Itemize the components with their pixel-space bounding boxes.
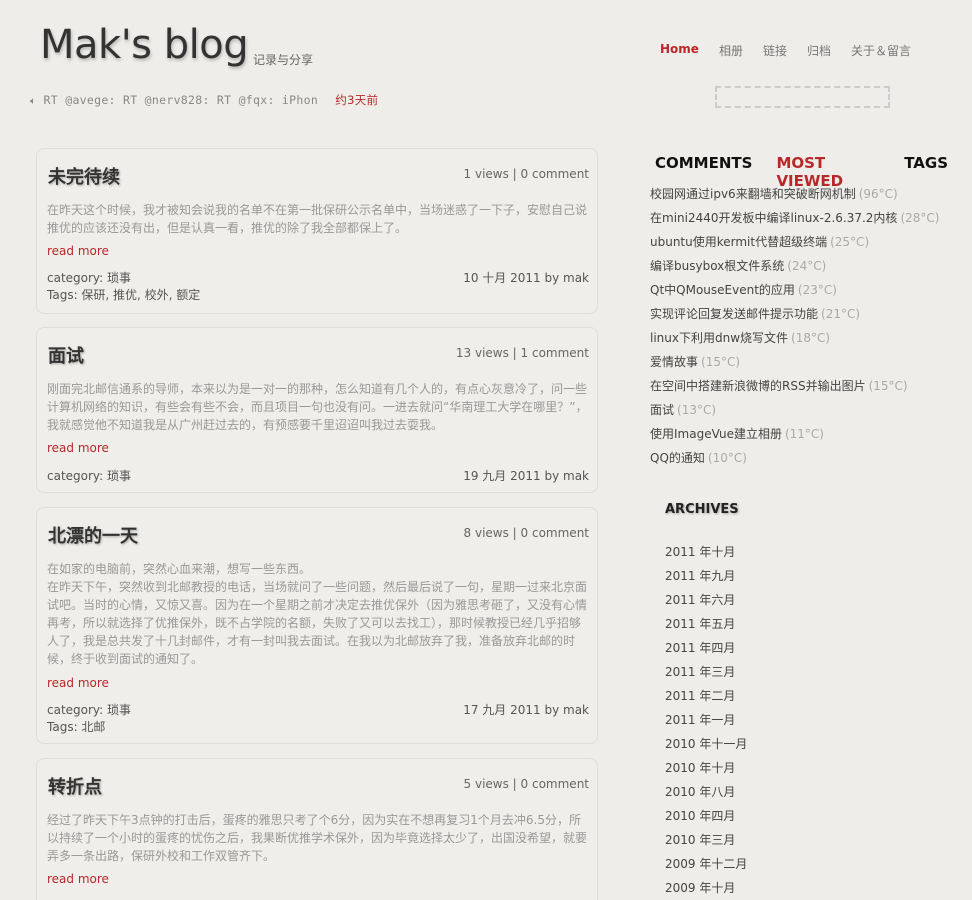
- speaker-icon: 🔈︎: [30, 96, 37, 107]
- most-viewed-item[interactable]: QQ的通知 (10°C): [650, 446, 939, 470]
- post-meta: category: 琐事 Tags: 北邮 17 九月 2011 by mak: [47, 702, 589, 736]
- most-viewed-item[interactable]: 使用ImageVue建立相册 (11°C): [650, 422, 939, 446]
- most-viewed-temp: (18°C): [791, 331, 831, 345]
- most-viewed-item[interactable]: Qt中QMouseEvent的应用 (23°C): [650, 278, 939, 302]
- post-meta: category: 琐事 Tags: 保研, 推优, 校外, 额定 10 十月 …: [47, 270, 589, 304]
- main-nav: Home 相册 链接 归档 关于＆留言: [660, 42, 931, 59]
- most-viewed-temp: (25°C): [830, 235, 870, 249]
- most-viewed-title[interactable]: 使用ImageVue建立相册: [650, 427, 782, 441]
- post-stats: 1 views | 0 comment: [463, 167, 589, 181]
- most-viewed-item[interactable]: 在mini2440开发板中编译linux-2.6.37.2内核 (28°C): [650, 206, 939, 230]
- post-date: 19 九月 2011 by mak: [463, 469, 589, 483]
- most-viewed-list: 校园网通过ipv6来翻墙和突破断网机制 (96°C) 在mini2440开发板中编译…: [650, 182, 939, 470]
- most-viewed-title[interactable]: 在空间中搭建新浪微博的RSS并输出图片: [650, 379, 866, 393]
- most-viewed-title[interactable]: Qt中QMouseEvent的应用: [650, 283, 795, 297]
- read-more-link[interactable]: read more: [47, 676, 109, 690]
- read-more-link[interactable]: read more: [47, 441, 109, 455]
- archive-item[interactable]: 2011 年一月: [665, 708, 747, 732]
- post-tags[interactable]: Tags: 北邮: [47, 719, 589, 736]
- post-card: 北漂的一天 8 views | 0 comment 在如家的电脑前，突然心血来潮…: [36, 507, 598, 744]
- most-viewed-temp: (15°C): [868, 379, 908, 393]
- most-viewed-title[interactable]: 编译busybox根文件系统: [650, 259, 784, 273]
- post-date: 10 十月 2011 by mak: [463, 271, 589, 285]
- most-viewed-title[interactable]: QQ的通知: [650, 451, 705, 465]
- most-viewed-title[interactable]: ubuntu使用kermit代替超级终端: [650, 235, 827, 249]
- most-viewed-item[interactable]: 实现评论回复发送邮件提示功能 (21°C): [650, 302, 939, 326]
- archive-item[interactable]: 2010 年四月: [665, 804, 747, 828]
- most-viewed-item[interactable]: linux下利用dnw烧写文件 (18°C): [650, 326, 939, 350]
- most-viewed-title[interactable]: 面试: [650, 403, 674, 417]
- most-viewed-item[interactable]: 校园网通过ipv6来翻墙和突破断网机制 (96°C): [650, 182, 939, 206]
- most-viewed-temp: (23°C): [797, 283, 837, 297]
- post-stats: 13 views | 1 comment: [455, 346, 589, 360]
- most-viewed-title[interactable]: 爱情故事: [650, 355, 698, 369]
- post-title[interactable]: 北漂的一天: [48, 522, 138, 548]
- most-viewed-temp: (13°C): [677, 403, 717, 417]
- tweet-time[interactable]: 约3天前: [335, 93, 378, 107]
- most-viewed-temp: (15°C): [701, 355, 741, 369]
- nav-home[interactable]: Home: [660, 42, 699, 59]
- archive-item[interactable]: 2011 年五月: [665, 612, 747, 636]
- post-excerpt: 经过了昨天下午3点钟的打击后，蛋疼的雅思只考了个6分，因为实在不想再复习1个月去…: [47, 813, 588, 863]
- archive-item[interactable]: 2011 年三月: [665, 660, 747, 684]
- post-title[interactable]: 未完待续: [48, 163, 120, 189]
- archive-list: 2011 年十月 2011 年九月 2011 年六月 2011 年五月 2011 年四月…: [665, 540, 747, 900]
- post-card: 未完待续 1 views | 0 comment 在昨天这个时候，我才被知会说我…: [36, 148, 598, 314]
- post-card: 转折点 5 views | 0 comment 经过了昨天下午3点钟的打击后，蛋…: [36, 758, 598, 900]
- post-card: 面试 13 views | 1 comment 刚面完北邮信通系的导师，本来以为…: [36, 327, 598, 493]
- most-viewed-title[interactable]: linux下利用dnw烧写文件: [650, 331, 788, 345]
- post-excerpt: 在如家的电脑前，突然心血来潮，想写一些东西。 在昨天下午，突然收到北邮教授的电话…: [47, 560, 589, 668]
- nav-about[interactable]: 关于＆留言: [851, 42, 911, 59]
- post-excerpt: 在昨天这个时候，我才被知会说我的名单不在第一批保研公示名单中，当场迷惑了一下子，…: [47, 203, 588, 235]
- read-more-link[interactable]: read more: [47, 244, 109, 258]
- archive-item[interactable]: 2009 年十月: [665, 876, 747, 900]
- most-viewed-item[interactable]: 编译busybox根文件系统 (24°C): [650, 254, 939, 278]
- archive-item[interactable]: 2011 年十月: [665, 540, 747, 564]
- most-viewed-temp: (10°C): [707, 451, 747, 465]
- post-date: 17 九月 2011 by mak: [463, 703, 589, 717]
- post-tags[interactable]: Tags: 保研, 推优, 校外, 额定: [47, 287, 589, 304]
- post-stats: 5 views | 0 comment: [463, 777, 589, 791]
- tweet-text[interactable]: RT @avege: RT @nerv828: RT @fqx: iPhon: [44, 93, 319, 107]
- most-viewed-temp: (11°C): [784, 427, 824, 441]
- archive-item[interactable]: 2011 年九月: [665, 564, 747, 588]
- most-viewed-item[interactable]: 面试 (13°C): [650, 398, 939, 422]
- most-viewed-temp: (21°C): [821, 307, 861, 321]
- search-box[interactable]: [715, 86, 890, 108]
- archive-item[interactable]: 2010 年三月: [665, 828, 747, 852]
- site-title[interactable]: Mak's blog: [40, 22, 249, 68]
- most-viewed-temp: (24°C): [787, 259, 827, 273]
- most-viewed-temp: (96°C): [858, 187, 898, 201]
- nav-archive[interactable]: 归档: [807, 42, 831, 59]
- post-meta: category: 琐事 19 九月 2011 by mak: [47, 468, 589, 485]
- post-stats: 8 views | 0 comment: [463, 526, 589, 540]
- most-viewed-title[interactable]: 校园网通过ipv6来翻墙和突破断网机制: [650, 187, 856, 201]
- most-viewed-item[interactable]: 爱情故事 (15°C): [650, 350, 939, 374]
- archives-title: ARCHIVES: [665, 502, 739, 517]
- post-title[interactable]: 面试: [48, 342, 84, 368]
- tweet-ticker: 🔈︎ RT @avege: RT @nerv828: RT @fqx: iPho…: [30, 92, 378, 108]
- most-viewed-title[interactable]: 在mini2440开发板中编译linux-2.6.37.2内核: [650, 211, 897, 225]
- excerpt-line: 在如家的电脑前，突然心血来潮，想写一些东西。: [47, 562, 312, 576]
- nav-links[interactable]: 链接: [763, 42, 787, 59]
- most-viewed-item[interactable]: ubuntu使用kermit代替超级终端 (25°C): [650, 230, 939, 254]
- archive-item[interactable]: 2011 年二月: [665, 684, 747, 708]
- archive-item[interactable]: 2011 年六月: [665, 588, 747, 612]
- nav-album[interactable]: 相册: [719, 42, 743, 59]
- archive-item[interactable]: 2010 年八月: [665, 780, 747, 804]
- post-title[interactable]: 转折点: [48, 773, 102, 799]
- excerpt-line: 在昨天下午，突然收到北邮教授的电话，当场就问了一些问题，然后最后说了一句，星期一…: [47, 580, 588, 666]
- most-viewed-temp: (28°C): [900, 211, 940, 225]
- most-viewed-title[interactable]: 实现评论回复发送邮件提示功能: [650, 307, 818, 321]
- archive-item[interactable]: 2010 年十一月: [665, 732, 747, 756]
- most-viewed-item[interactable]: 在空间中搭建新浪微博的RSS并输出图片 (15°C): [650, 374, 939, 398]
- archive-item[interactable]: 2011 年四月: [665, 636, 747, 660]
- archive-item[interactable]: 2010 年十月: [665, 756, 747, 780]
- site-subtitle: 记录与分享: [253, 53, 314, 67]
- post-excerpt: 刚面完北邮信通系的导师，本来以为是一对一的那种，怎么知道有几个人的，有点心灰意冷…: [47, 382, 588, 432]
- archive-item[interactable]: 2009 年十二月: [665, 852, 747, 876]
- read-more-link[interactable]: read more: [47, 872, 109, 886]
